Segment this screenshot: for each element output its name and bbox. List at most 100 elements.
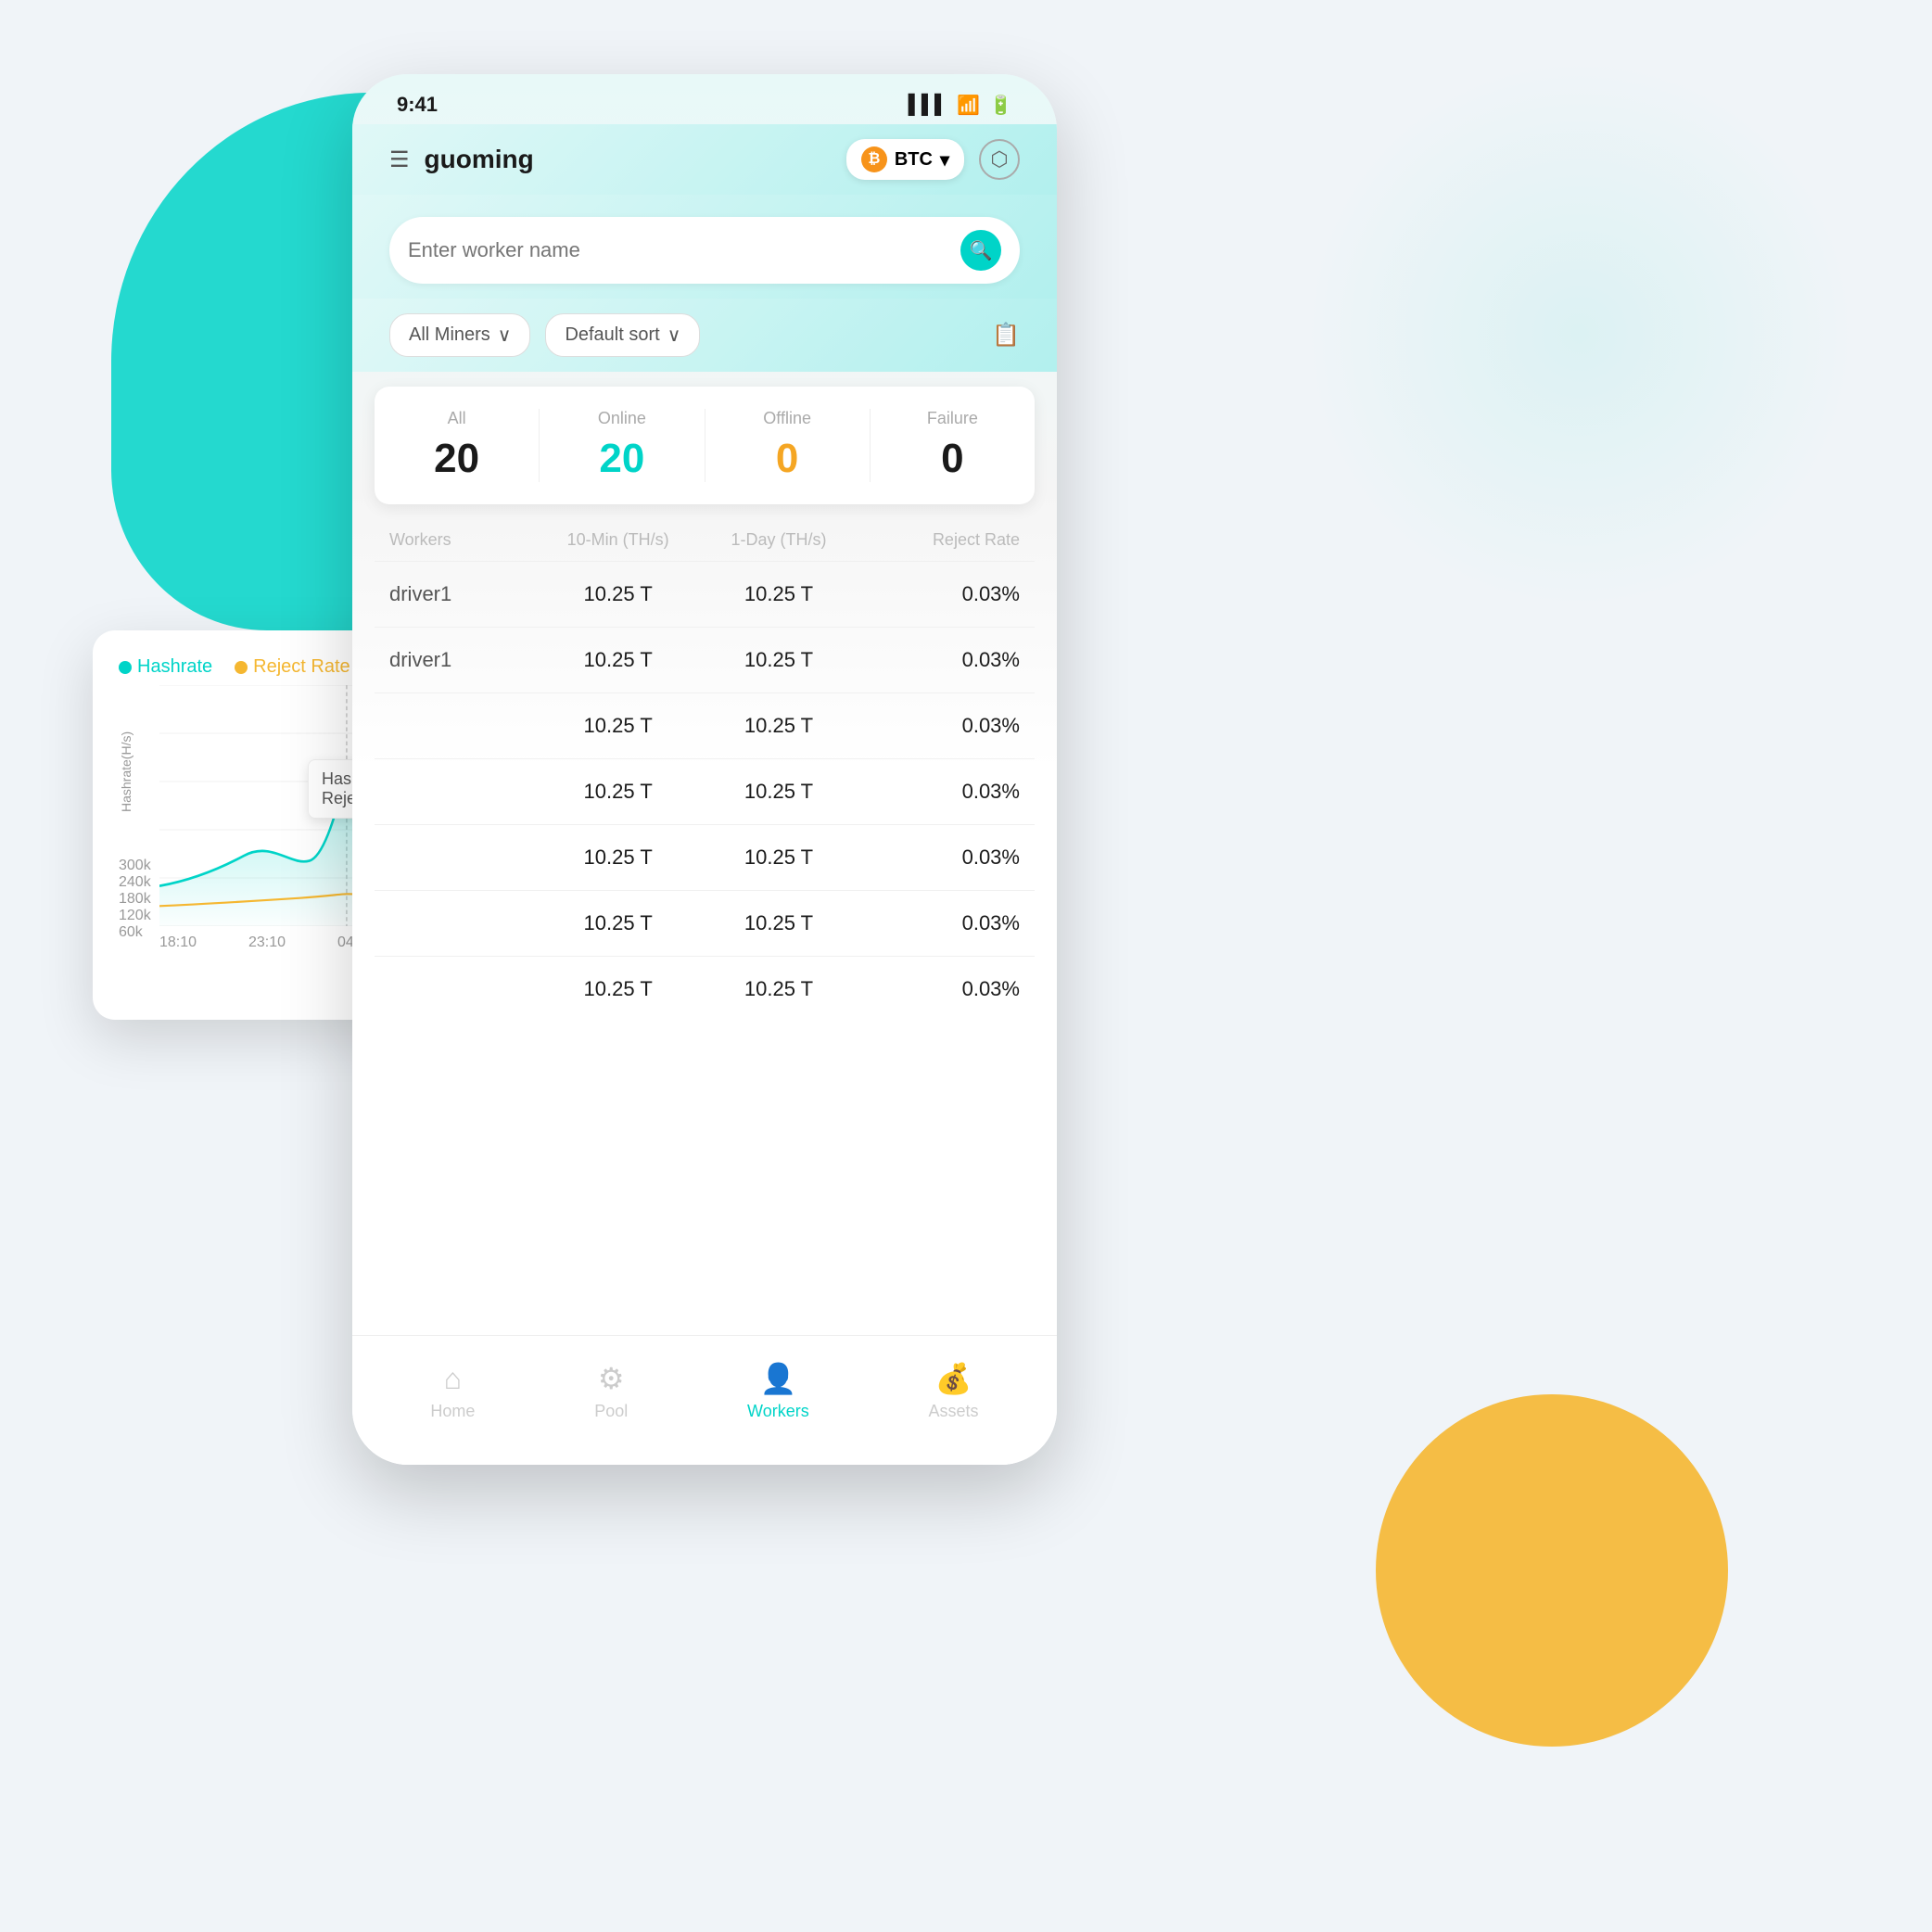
time-display: 9:41 [397, 93, 438, 117]
stat-online-value: 20 [540, 436, 704, 482]
val-reject: 0.03% [859, 845, 1020, 870]
miners-filter[interactable]: All Miners ∨ [389, 313, 530, 357]
stat-failure: Failure 0 [871, 409, 1035, 482]
col-header-1day: 1-Day (TH/s) [698, 530, 858, 550]
stat-failure-value: 0 [871, 436, 1035, 482]
assets-label: Assets [929, 1402, 979, 1421]
signal-icon: ▌▌▌ [909, 95, 948, 116]
table-row[interactable]: 10.25 T 10.25 T 0.03% [375, 758, 1035, 824]
battery-icon: 🔋 [989, 94, 1012, 117]
nav-assets[interactable]: 💰 Assets [929, 1361, 979, 1421]
search-section: 🔍 [352, 195, 1057, 299]
header-left: ☰ guoming [389, 145, 534, 174]
val-reject: 0.03% [859, 582, 1020, 606]
search-bar: 🔍 [389, 217, 1020, 284]
val-1day: 10.25 T [698, 648, 858, 672]
hashrate-dot [119, 661, 132, 674]
home-label: Home [430, 1402, 475, 1421]
worker-name: driver1 [389, 648, 538, 672]
val-10min: 10.25 T [538, 648, 698, 672]
val-reject: 0.03% [859, 648, 1020, 672]
stat-all-label: All [375, 409, 539, 428]
val-1day: 10.25 T [698, 780, 858, 804]
miners-filter-arrow: ∨ [498, 324, 512, 347]
btc-arrow: ▾ [940, 148, 949, 172]
val-10min: 10.25 T [538, 582, 698, 606]
y-axis-left: Hashrate(H/s) 300k 240k 180k 120k 60k [119, 685, 159, 963]
menu-icon[interactable]: ☰ [389, 146, 410, 173]
yellow-bg-shape [1376, 1394, 1728, 1747]
stats-row: All 20 Online 20 Offline 0 Failure 0 [375, 387, 1035, 504]
legend-reject: Reject Rate [235, 656, 350, 678]
stat-all-value: 20 [375, 436, 539, 482]
table-row[interactable]: 10.25 T 10.25 T 0.03% [375, 890, 1035, 956]
val-10min: 10.25 T [538, 780, 698, 804]
sort-filter-label: Default sort [565, 324, 659, 346]
nav-home[interactable]: ⌂ Home [430, 1362, 475, 1421]
val-10min: 10.25 T [538, 714, 698, 738]
val-1day: 10.25 T [698, 911, 858, 935]
val-1day: 10.25 T [698, 845, 858, 870]
reject-label: Reject Rate [253, 656, 350, 678]
stat-offline-label: Offline [705, 409, 870, 428]
col-header-10min: 10-Min (TH/s) [538, 530, 698, 550]
stat-offline-value: 0 [705, 436, 870, 482]
table-row[interactable]: 10.25 T 10.25 T 0.03% [375, 956, 1035, 1022]
settings-symbol: ⬡ [990, 147, 1008, 172]
bottom-nav: ⌂ Home ⚙ Pool 👤 Workers 💰 Assets [352, 1335, 1057, 1465]
username-label: guoming [425, 145, 534, 174]
val-10min: 10.25 T [538, 845, 698, 870]
val-1day: 10.25 T [698, 714, 858, 738]
stat-failure-label: Failure [871, 409, 1035, 428]
search-icon: 🔍 [970, 239, 993, 262]
edit-filter-icon[interactable]: 📋 [992, 322, 1020, 349]
header-right: ₿ BTC ▾ ⬡ [846, 139, 1020, 180]
stat-offline: Offline 0 [705, 409, 871, 482]
nav-workers[interactable]: 👤 Workers [747, 1361, 809, 1421]
workers-icon: 👤 [759, 1361, 796, 1396]
filter-section: All Miners ∨ Default sort ∨ 📋 [352, 299, 1057, 372]
nav-pool[interactable]: ⚙ Pool [594, 1361, 628, 1421]
stat-online: Online 20 [540, 409, 705, 482]
status-bar: 9:41 ▌▌▌ 📶 🔋 [352, 74, 1057, 124]
btc-label: BTC [895, 149, 933, 171]
pool-icon: ⚙ [598, 1361, 625, 1396]
app-header: ☰ guoming ₿ BTC ▾ ⬡ [352, 124, 1057, 195]
workers-table: Workers 10-Min (TH/s) 1-Day (TH/s) Rejec… [352, 519, 1057, 1022]
workers-label: Workers [747, 1402, 809, 1421]
table-header-row: Workers 10-Min (TH/s) 1-Day (TH/s) Rejec… [375, 519, 1035, 561]
val-reject: 0.03% [859, 780, 1020, 804]
sort-filter[interactable]: Default sort ∨ [545, 313, 700, 357]
sort-filter-arrow: ∨ [667, 324, 681, 347]
settings-icon[interactable]: ⬡ [979, 139, 1020, 180]
val-1day: 10.25 T [698, 977, 858, 1001]
val-10min: 10.25 T [538, 977, 698, 1001]
scene: Hashrate Reject Rate Hashrate(H/s) 300k … [0, 0, 1932, 1932]
blur-bg [1302, 56, 1858, 612]
btc-icon: ₿ [861, 146, 887, 172]
edit-icon: 📋 [992, 323, 1020, 348]
table-row[interactable]: driver1 10.25 T 10.25 T 0.03% [375, 627, 1035, 693]
val-reject: 0.03% [859, 911, 1020, 935]
val-1day: 10.25 T [698, 582, 858, 606]
table-row[interactable]: 10.25 T 10.25 T 0.03% [375, 824, 1035, 890]
y-left-title: Hashrate(H/s) [119, 685, 159, 858]
val-reject: 0.03% [859, 714, 1020, 738]
wifi-icon: 📶 [957, 94, 980, 117]
legend-hashrate: Hashrate [119, 656, 212, 678]
status-icons: ▌▌▌ 📶 🔋 [909, 94, 1012, 117]
col-header-reject: Reject Rate [859, 530, 1020, 550]
table-row[interactable]: 10.25 T 10.25 T 0.03% [375, 693, 1035, 758]
assets-icon: 💰 [935, 1361, 972, 1396]
table-row[interactable]: driver1 10.25 T 10.25 T 0.03% [375, 561, 1035, 627]
val-10min: 10.25 T [538, 911, 698, 935]
pool-label: Pool [594, 1402, 628, 1421]
val-reject: 0.03% [859, 977, 1020, 1001]
stat-online-label: Online [540, 409, 704, 428]
btc-selector[interactable]: ₿ BTC ▾ [846, 139, 964, 180]
search-button[interactable]: 🔍 [960, 230, 1001, 271]
home-icon: ⌂ [444, 1362, 462, 1396]
stat-all: All 20 [375, 409, 540, 482]
search-input[interactable] [408, 238, 949, 262]
col-header-workers: Workers [389, 530, 538, 550]
